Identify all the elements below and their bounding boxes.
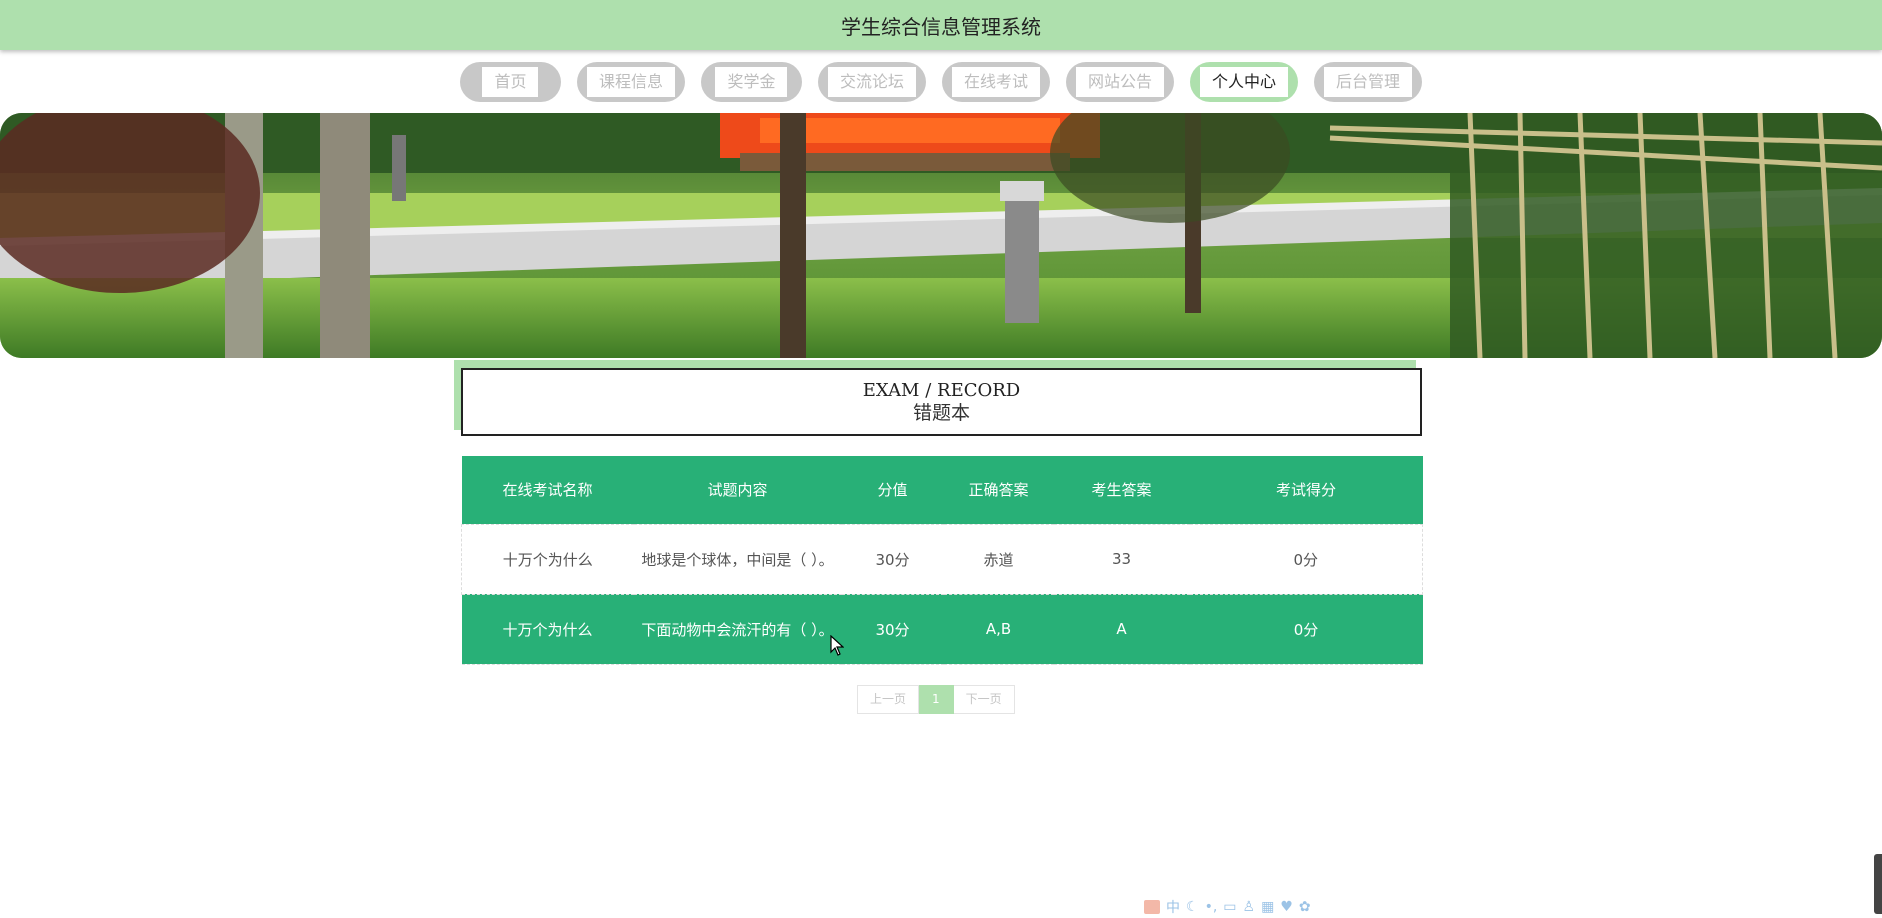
moon-icon: ☾ — [1186, 899, 1199, 915]
nav-item-scholarship[interactable]: 奖学金 — [700, 62, 802, 102]
cell-exam-name: 十万个为什么 — [461, 593, 634, 665]
col-exam-score: 考试得分 — [1189, 456, 1423, 524]
cell-score-value: 30分 — [841, 593, 944, 665]
table-header-row: 在线考试名称 试题内容 分值 正确答案 考生答案 考试得分 — [461, 456, 1423, 524]
side-scroll-tab[interactable] — [1874, 854, 1882, 914]
current-page-button[interactable]: 1 — [919, 685, 954, 714]
cell-question-content: 地球是个球体，中间是（ ）。 — [633, 523, 842, 594]
table-row[interactable]: 十万个为什么 下面动物中会流汗的有（ ）。 30分 A,B A 0分 — [461, 593, 1423, 665]
nav-item-label: 个人中心 — [1200, 67, 1289, 97]
cell-exam-score: 0分 — [1189, 593, 1423, 665]
cell-exam-name: 十万个为什么 — [461, 523, 634, 594]
nav-item-label: 在线考试 — [951, 67, 1040, 97]
nav-item-personal-center[interactable]: 个人中心 — [1190, 62, 1299, 102]
keyboard-icon: ▭ — [1223, 899, 1237, 915]
nav-item-online-exam[interactable]: 在线考试 — [941, 62, 1050, 102]
col-score-value: 分值 — [841, 456, 944, 524]
nav-item-announcements[interactable]: 网站公告 — [1066, 62, 1175, 102]
banner-scene — [0, 113, 1882, 358]
site-header: 学生综合信息管理系统 — [0, 0, 1882, 50]
cell-question-content: 下面动物中会流汗的有（ ）。 — [633, 593, 842, 665]
nav-item-forum[interactable]: 交流论坛 — [817, 62, 926, 102]
main-nav: 首页 课程信息 奖学金 交流论坛 在线考试 网站公告 个人中心 后台管理 — [0, 62, 1882, 102]
user-icon: ♙ — [1242, 899, 1256, 915]
nav-item-admin[interactable]: 后台管理 — [1314, 62, 1423, 102]
cell-correct-answer: A,B — [943, 593, 1054, 665]
cell-correct-answer: 赤道 — [943, 523, 1054, 594]
section-title-en: EXAM / RECORD — [862, 380, 1021, 401]
nav-item-label: 首页 — [482, 67, 539, 97]
col-exam-name: 在线考试名称 — [461, 456, 634, 524]
cell-score-value: 30分 — [841, 523, 944, 594]
nav-item-label: 奖学金 — [715, 67, 788, 97]
col-correct-answer: 正确答案 — [943, 456, 1054, 524]
col-question-content: 试题内容 — [633, 456, 842, 524]
section-title-cn: 错题本 — [912, 402, 970, 424]
nav-item-label: 课程信息 — [586, 67, 675, 97]
punctuation-icon: •, — [1204, 899, 1218, 915]
pagination: 上一页 1 下一页 — [857, 685, 1015, 714]
ime-toolbar[interactable]: 中 ☾ •, ▭ ♙ ▦ ♥ ✿ — [1144, 897, 1311, 917]
nav-item-home[interactable]: 首页 — [459, 62, 561, 102]
toolbox-icon: ▦ — [1261, 899, 1275, 915]
col-student-answer: 考生答案 — [1053, 456, 1190, 524]
nav-item-label: 后台管理 — [1324, 67, 1413, 97]
ime-mode-label: 中 — [1166, 900, 1180, 916]
cell-exam-score: 0分 — [1189, 523, 1423, 594]
next-page-button[interactable]: 下一页 — [953, 685, 1015, 714]
nav-item-courses[interactable]: 课程信息 — [576, 62, 685, 102]
skin-icon: ♥ — [1280, 899, 1293, 915]
prev-page-button[interactable]: 上一页 — [857, 685, 920, 714]
site-title: 学生综合信息管理系统 — [841, 14, 1041, 39]
mouse-cursor-icon — [830, 635, 844, 656]
section-title: EXAM / RECORD 错题本 — [461, 368, 1422, 436]
table-row[interactable]: 十万个为什么 地球是个球体，中间是（ ）。 30分 赤道 33 0分 — [461, 523, 1423, 594]
cell-student-answer: A — [1053, 593, 1190, 665]
wrong-questions-table: 在线考试名称 试题内容 分值 正确答案 考生答案 考试得分 十万个为什么 地球是… — [461, 456, 1423, 665]
nav-item-label: 交流论坛 — [827, 67, 916, 97]
ime-logo-icon — [1144, 900, 1160, 914]
cell-student-answer: 33 — [1053, 523, 1190, 594]
banner-image — [0, 113, 1882, 358]
nav-item-label: 网站公告 — [1076, 67, 1165, 97]
gear-icon: ✿ — [1298, 899, 1311, 915]
